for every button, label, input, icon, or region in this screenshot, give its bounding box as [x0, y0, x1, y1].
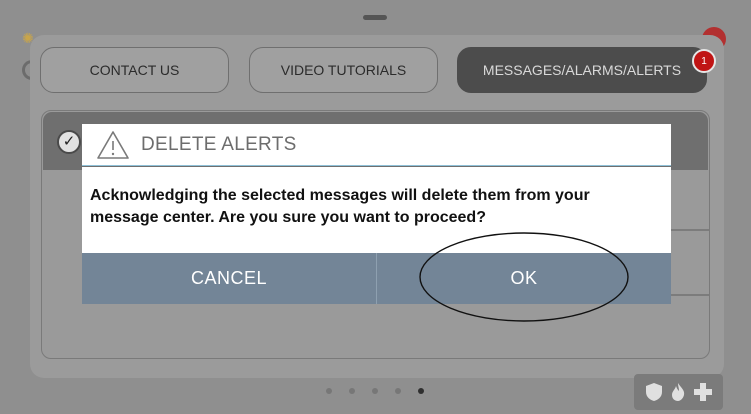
drag-handle[interactable] — [363, 15, 387, 20]
list-row-divider — [669, 294, 709, 296]
warning-triangle-icon — [96, 130, 130, 160]
message-count-badge: 1 — [692, 49, 716, 73]
flame-icon — [671, 383, 684, 401]
page-indicator — [326, 388, 424, 394]
checkmark-icon: ✓ — [62, 133, 76, 150]
tab-messages-alarms-alerts[interactable]: MESSAGES/ALARMS/ALERTS — [457, 47, 707, 93]
tab-label: MESSAGES/ALARMS/ALERTS — [482, 62, 682, 78]
page-dot[interactable] — [349, 388, 355, 394]
tab-label: CONTACT US — [89, 62, 180, 78]
list-row-divider — [669, 229, 709, 231]
select-all-checkbox[interactable]: ✓ — [57, 130, 81, 154]
cancel-button-label: CANCEL — [190, 268, 268, 288]
tab-video-tutorials[interactable]: VIDEO TUTORIALS — [249, 47, 438, 93]
page-dot[interactable] — [372, 388, 378, 394]
medical-cross-icon — [693, 383, 712, 401]
tab-label: VIDEO TUTORIALS — [280, 62, 407, 78]
page-dot[interactable] — [395, 388, 401, 394]
page-dot-active[interactable] — [418, 388, 424, 394]
dialog-titlebar: DELETE ALERTS — [82, 124, 671, 166]
alarm-mode-buttons[interactable] — [634, 374, 723, 410]
shield-icon — [645, 383, 662, 401]
tab-contact-us[interactable]: CONTACT US — [40, 47, 229, 93]
highlight-ellipse — [419, 232, 629, 322]
cancel-button[interactable]: CANCEL — [82, 253, 377, 304]
dialog-title: DELETE ALERTS — [141, 133, 297, 155]
page-dot[interactable] — [326, 388, 332, 394]
